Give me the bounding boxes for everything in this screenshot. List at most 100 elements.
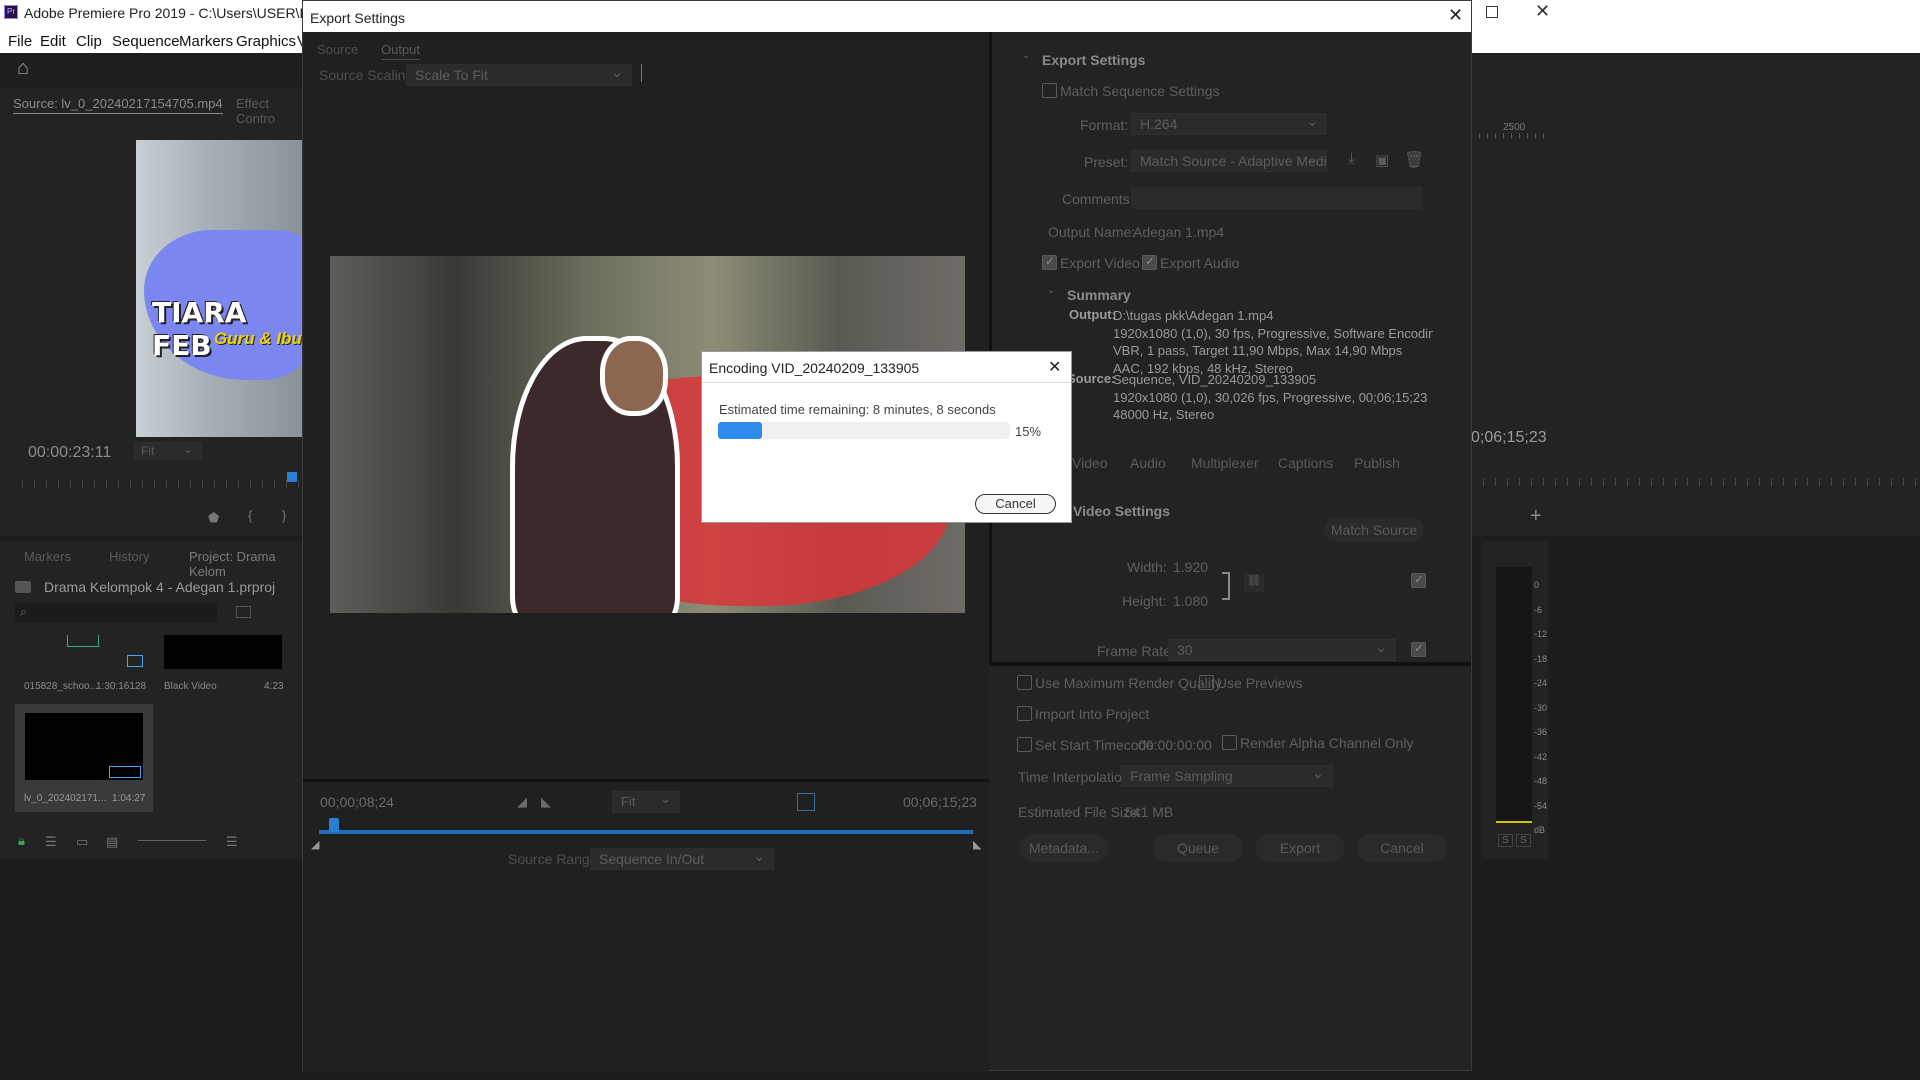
new-bin-icon[interactable] xyxy=(236,606,251,618)
tab-markers[interactable]: Markers xyxy=(24,549,71,564)
delete-preset-icon[interactable]: 🗑︎ xyxy=(1404,150,1424,170)
summary-output-lines: D:\tugas pkk\Adegan 1.mp4 1920x1080 (1,0… xyxy=(1113,307,1433,377)
output-name-link[interactable]: Adegan 1.mp4 xyxy=(1133,224,1224,240)
format-label: Format: xyxy=(1080,117,1129,133)
project-item[interactable]: Black Video 4:23 xyxy=(164,635,284,699)
range-end-handle[interactable]: ◣ xyxy=(973,838,981,851)
source-playhead[interactable] xyxy=(287,472,297,482)
project-item[interactable]: 015828_schoo... 1:30:16128 xyxy=(15,635,153,699)
meter-label: -18 xyxy=(1534,653,1548,664)
source-scaling-dropdown[interactable]: Scale To Fit xyxy=(406,64,632,86)
meter-bar-right xyxy=(1514,567,1532,823)
add-button-icon[interactable]: + xyxy=(1530,505,1542,528)
premiere-logo-icon: Pr xyxy=(4,5,18,19)
match-source-button[interactable]: Match Source xyxy=(1324,518,1424,542)
save-preset-icon[interactable]: ⤓ xyxy=(1348,150,1355,168)
zoom-slider[interactable] xyxy=(138,840,206,841)
max-quality-checkbox[interactable] xyxy=(1017,675,1032,690)
aspect-toggle-icon[interactable] xyxy=(797,793,815,811)
chevron-down-icon[interactable]: ⌄ xyxy=(1022,50,1030,61)
sort-icon[interactable]: ☰ xyxy=(226,834,238,850)
restore-icon[interactable] xyxy=(1486,6,1498,18)
start-timecode-label: Set Start Timecode xyxy=(1035,737,1155,753)
import-project-checkbox[interactable] xyxy=(1017,706,1032,721)
export-timeline-bar[interactable] xyxy=(319,830,973,834)
set-in-icon[interactable]: ◢ xyxy=(517,794,527,810)
menu-file[interactable]: File xyxy=(8,33,32,50)
video-settings-header: Video Settings xyxy=(1073,503,1170,519)
folder-icon xyxy=(15,581,31,593)
link-icon[interactable]: ⛓︎ xyxy=(1244,574,1264,592)
encoding-close-icon[interactable]: ✕ xyxy=(1048,357,1061,377)
source-fit-dropdown[interactable]: Fit xyxy=(134,442,202,460)
range-start-handle[interactable]: ◢ xyxy=(311,838,319,851)
height-value[interactable]: 1.080 xyxy=(1173,593,1208,609)
solo-right-button[interactable]: S xyxy=(1516,834,1531,847)
import-preset-icon[interactable]: ▣ xyxy=(1375,151,1389,169)
set-out-icon[interactable]: ◣ xyxy=(541,794,551,810)
menu-graphics[interactable]: Graphics xyxy=(236,33,296,50)
tab-source[interactable]: Source xyxy=(317,42,358,57)
tab-publish[interactable]: Publish xyxy=(1354,455,1400,471)
project-search-input[interactable]: ⌕ xyxy=(15,603,217,623)
export-video-checkbox[interactable] xyxy=(1042,254,1057,270)
encoding-cancel-button[interactable]: Cancel xyxy=(975,494,1056,514)
project-item-selected[interactable]: lv_0_202402171... 1:04:27 xyxy=(15,704,153,812)
encoding-title: Encoding VID_20240209_133905 xyxy=(709,360,920,376)
out-point-icon[interactable]: } xyxy=(282,508,286,523)
export-close-icon[interactable]: ✕ xyxy=(1448,5,1463,26)
format-dropdown[interactable]: H.264 xyxy=(1131,113,1327,135)
solo-left-button[interactable]: S xyxy=(1498,834,1513,847)
tab-output[interactable]: Output xyxy=(381,42,421,60)
menu-clip[interactable]: Clip xyxy=(76,33,102,50)
item-thumbnail xyxy=(164,635,282,669)
time-interpolation-dropdown[interactable]: Frame Sampling xyxy=(1121,765,1333,787)
source-range-dropdown[interactable]: Sequence In/Out xyxy=(590,848,774,870)
tab-video[interactable]: Video xyxy=(1072,455,1108,471)
tab-effect-controls[interactable]: Effect Contro xyxy=(236,96,302,126)
summary-output-line: 1920x1080 (1,0), 30 fps, Progressive, So… xyxy=(1113,325,1433,341)
export-audio-checkbox[interactable] xyxy=(1142,254,1157,270)
menu-sequence[interactable]: Sequence xyxy=(112,33,180,50)
size-override-checkbox[interactable] xyxy=(1411,572,1426,588)
frame-rate-override-checkbox[interactable] xyxy=(1411,641,1426,657)
marker-icon[interactable]: ⬟ xyxy=(208,510,219,526)
menu-edit[interactable]: Edit xyxy=(40,33,66,50)
icon-view-icon[interactable]: ▭ xyxy=(76,834,88,850)
summary-source-line: Sequence, VID_20240209_133905 xyxy=(1113,372,1317,387)
summary-source-line: 1920x1080 (1,0), 30,026 fps, Progressive… xyxy=(1113,389,1428,405)
tab-project[interactable]: Project: Drama Kelom xyxy=(189,549,302,579)
width-value[interactable]: 1.920 xyxy=(1173,559,1208,575)
home-icon[interactable]: ⌂ xyxy=(17,57,29,80)
source-timecode: 00:00:23:11 xyxy=(28,444,112,461)
preset-dropdown[interactable]: Match Source - Adaptive Medi... xyxy=(1131,150,1327,172)
tab-history[interactable]: History xyxy=(109,549,149,564)
match-sequence-checkbox[interactable] xyxy=(1042,83,1057,98)
metadata-button[interactable]: Metadata... xyxy=(1019,834,1109,862)
tab-source[interactable]: Source: lv_0_20240217154705.mp4 xyxy=(13,96,223,114)
in-point-icon[interactable]: { xyxy=(248,508,252,523)
use-previews-checkbox[interactable] xyxy=(1199,675,1214,690)
tab-captions[interactable]: Captions xyxy=(1278,455,1333,471)
export-playhead[interactable] xyxy=(329,818,339,832)
render-alpha-checkbox[interactable] xyxy=(1222,735,1237,750)
export-fit-dropdown[interactable]: Fit xyxy=(612,791,680,813)
source-monitor-panel: Source: lv_0_20240217154705.mp4 Effect C… xyxy=(0,88,302,536)
tab-multiplexer[interactable]: Multiplexer xyxy=(1191,455,1259,471)
freeform-view-icon[interactable]: ▤ xyxy=(106,834,118,850)
comments-field[interactable] xyxy=(1131,187,1423,209)
menu-markers[interactable]: Markers xyxy=(179,33,233,50)
close-icon[interactable]: ✕ xyxy=(1535,1,1550,22)
start-timecode-value[interactable]: 00:00:00:00 xyxy=(1138,737,1212,753)
frame-rate-dropdown[interactable]: 30 xyxy=(1168,639,1396,661)
render-alpha-label: Render Alpha Channel Only xyxy=(1240,735,1414,751)
lock-icon[interactable]: 🔒︎ xyxy=(18,833,25,849)
export-button[interactable]: Export xyxy=(1255,834,1345,862)
start-timecode-checkbox[interactable] xyxy=(1017,737,1032,752)
meter-label: -6 xyxy=(1534,604,1543,615)
list-view-icon[interactable]: ☰ xyxy=(45,834,57,850)
tab-audio[interactable]: Audio xyxy=(1130,455,1166,471)
cancel-button[interactable]: Cancel xyxy=(1357,834,1447,862)
queue-button[interactable]: Queue xyxy=(1153,834,1243,862)
chevron-down-icon[interactable]: ⌄ xyxy=(1047,285,1055,296)
